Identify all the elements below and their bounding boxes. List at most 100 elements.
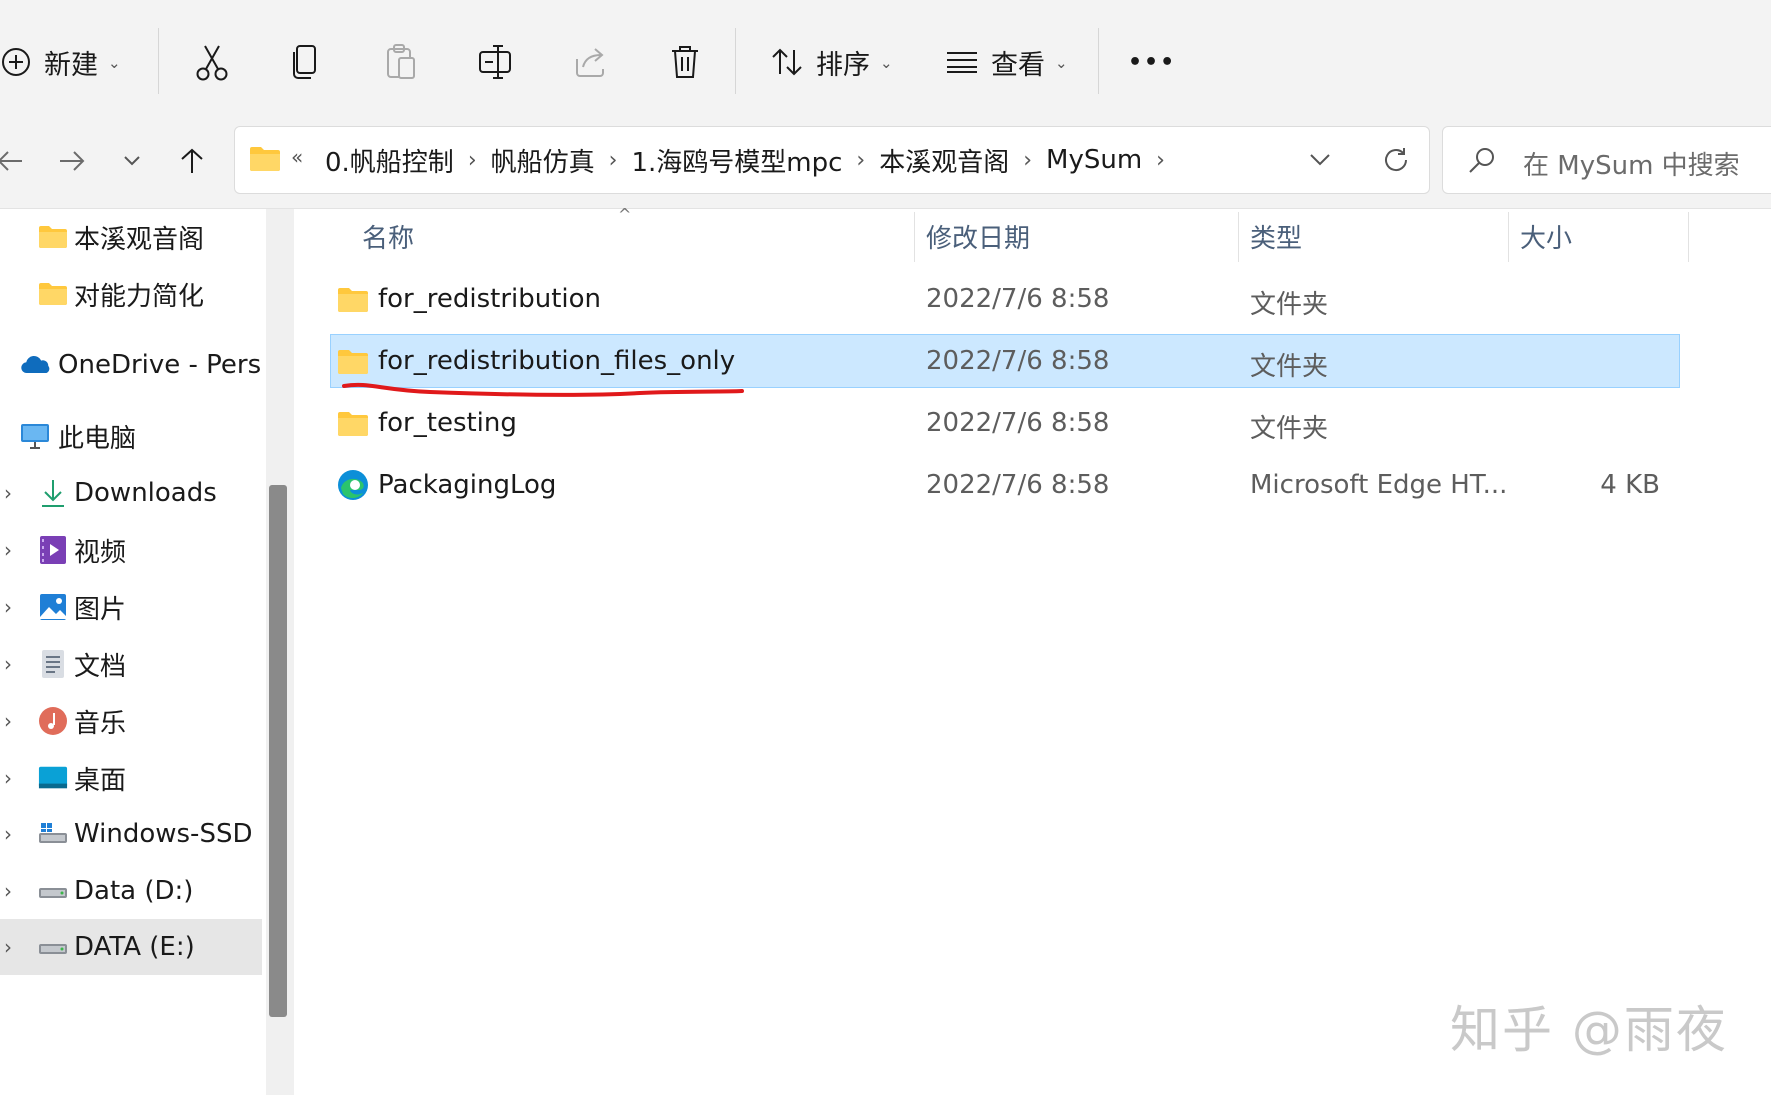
chevron-down-icon xyxy=(124,156,140,166)
chevron-right-icon[interactable]: › xyxy=(609,148,618,173)
sidebar-item-drive-c[interactable]: › Windows-SSD (C xyxy=(0,806,262,862)
desktop-icon xyxy=(38,763,68,793)
sidebar-item-label: 此电脑 xyxy=(58,423,137,454)
sidebar-item-desktop[interactable]: › 桌面 xyxy=(0,750,262,806)
sidebar-item-downloads[interactable]: › Downloads xyxy=(0,465,262,521)
sidebar-item-music[interactable]: › 音乐 xyxy=(0,693,262,749)
up-button[interactable] xyxy=(168,128,216,194)
file-size: 4 KB xyxy=(1600,470,1660,500)
address-bar[interactable]: « 0.帆船控制 › 帆船仿真 › 1.海鸥号模型mpc › 本溪观音阁 › M… xyxy=(234,126,1430,194)
column-divider[interactable] xyxy=(1508,212,1509,262)
column-header-size[interactable]: 大小 xyxy=(1520,218,1572,255)
sidebar-item-drive-e[interactable]: › DATA (E:) xyxy=(0,919,262,975)
file-modified: 2022/7/6 8:58 xyxy=(926,470,1110,500)
more-button[interactable]: ••• xyxy=(1128,34,1176,90)
sidebar-item-label: 视频 xyxy=(74,537,127,568)
folder-icon xyxy=(338,412,368,436)
arrow-up-icon xyxy=(181,148,203,173)
chevron-right-icon[interactable]: › xyxy=(4,652,12,676)
sidebar-item-label: Downloads xyxy=(74,478,217,508)
cut-button[interactable] xyxy=(195,34,229,90)
chevron-right-icon[interactable]: › xyxy=(4,481,12,505)
toolbar-divider xyxy=(1098,28,1099,94)
new-button[interactable]: 新建 ⌄ xyxy=(0,34,121,90)
file-name: for_testing xyxy=(378,408,517,438)
share-icon xyxy=(576,48,604,77)
breadcrumb-item[interactable]: 帆船仿真 xyxy=(491,142,595,179)
drive-icon xyxy=(38,932,68,962)
chevron-right-icon[interactable]: › xyxy=(1023,148,1032,173)
chevron-down-icon: ⌄ xyxy=(1055,54,1068,72)
navigation-pane: 本溪观音阁 对能力简化 OneDrive - Persor 此电脑 › Down… xyxy=(0,209,262,1095)
folder-icon xyxy=(250,147,280,171)
refresh-icon[interactable] xyxy=(1381,145,1411,175)
column-divider[interactable] xyxy=(1688,212,1689,262)
file-row[interactable]: for_redistribution 2022/7/6 8:58 文件夹 xyxy=(330,272,1680,326)
paste-button[interactable] xyxy=(385,34,417,90)
sidebar-item-this-pc[interactable]: 此电脑 xyxy=(0,408,262,464)
sidebar-item-label: 桌面 xyxy=(74,765,127,796)
column-divider[interactable] xyxy=(1238,212,1239,262)
chevron-right-icon[interactable]: › xyxy=(856,148,865,173)
column-header-modified[interactable]: 修改日期 xyxy=(926,218,1030,255)
sidebar-item-videos[interactable]: › 视频 xyxy=(0,522,262,578)
sidebar-item-onedrive[interactable]: OneDrive - Persor xyxy=(0,337,262,393)
breadcrumb-overflow[interactable]: « xyxy=(291,145,303,169)
search-box[interactable]: 在 MySum 中搜索 xyxy=(1442,126,1771,194)
arrow-left-icon xyxy=(0,151,22,171)
file-row[interactable]: for_testing 2022/7/6 8:58 文件夹 xyxy=(330,396,1680,450)
computer-icon xyxy=(20,421,50,451)
chevron-right-icon[interactable]: › xyxy=(4,709,12,733)
file-modified: 2022/7/6 8:58 xyxy=(926,408,1110,438)
sidebar-item-label: Windows-SSD (C xyxy=(74,819,262,849)
sidebar-item-label: Data (D:) xyxy=(74,876,194,906)
chevron-right-icon[interactable]: › xyxy=(4,595,12,619)
breadcrumb-item[interactable]: 本溪观音阁 xyxy=(879,142,1009,179)
rename-button[interactable] xyxy=(478,34,514,90)
chevron-down-icon: ⌄ xyxy=(880,54,893,72)
folder-icon xyxy=(38,279,68,309)
sidebar-item-folder[interactable]: 本溪观音阁 xyxy=(0,209,262,265)
command-bar: 新建 ⌄ 排序 ⌄ 查看 ⌄ ••• xyxy=(0,0,1771,112)
view-label: 查看 xyxy=(991,49,1045,81)
sidebar-item-label: 本溪观音阁 xyxy=(74,224,205,255)
chevron-right-icon[interactable]: › xyxy=(4,935,12,959)
recent-locations-button[interactable] xyxy=(108,128,156,194)
column-divider[interactable] xyxy=(914,212,915,262)
search-icon xyxy=(1469,148,1494,173)
sidebar-item-drive-d[interactable]: › Data (D:) xyxy=(0,863,262,919)
sidebar-scrollbar-thumb[interactable] xyxy=(269,485,287,1017)
chevron-down-icon: ⌄ xyxy=(108,54,121,72)
drive-icon xyxy=(38,876,68,906)
breadcrumb-item[interactable]: MySum xyxy=(1046,145,1142,175)
delete-button[interactable] xyxy=(670,34,700,90)
sidebar-item-folder[interactable]: 对能力简化 xyxy=(0,266,262,322)
sidebar-item-label: 文档 xyxy=(74,651,127,682)
folder-icon xyxy=(338,288,368,312)
music-icon xyxy=(38,706,68,736)
videos-icon xyxy=(38,535,68,565)
share-button[interactable] xyxy=(573,34,607,90)
sidebar-item-label: 图片 xyxy=(74,594,127,625)
chevron-right-icon[interactable]: › xyxy=(1156,148,1165,173)
copy-button[interactable] xyxy=(290,34,320,90)
file-row[interactable]: PackagingLog 2022/7/6 8:58 Microsoft Edg… xyxy=(330,458,1680,512)
view-button[interactable]: 查看 ⌄ xyxy=(945,34,1068,90)
scissors-icon xyxy=(196,45,228,81)
chevron-right-icon[interactable]: › xyxy=(4,822,12,846)
search-input[interactable]: 在 MySum 中搜索 xyxy=(1523,145,1740,182)
sidebar-item-documents[interactable]: › 文档 xyxy=(0,636,262,692)
sort-button[interactable]: 排序 ⌄ xyxy=(770,34,893,90)
chevron-right-icon[interactable]: › xyxy=(4,879,12,903)
column-header-type[interactable]: 类型 xyxy=(1250,218,1302,255)
back-button[interactable] xyxy=(0,128,34,194)
chevron-right-icon[interactable]: › xyxy=(4,766,12,790)
chevron-right-icon[interactable]: › xyxy=(468,148,477,173)
column-header-name[interactable]: 名称 xyxy=(362,218,414,255)
address-history-chevron-icon[interactable] xyxy=(1309,153,1331,167)
breadcrumb-item[interactable]: 1.海鸥号模型mpc xyxy=(631,142,842,179)
sidebar-item-pictures[interactable]: › 图片 xyxy=(0,579,262,635)
forward-button[interactable] xyxy=(48,128,96,194)
breadcrumb-item[interactable]: 0.帆船控制 xyxy=(325,142,454,179)
chevron-right-icon[interactable]: › xyxy=(4,538,12,562)
